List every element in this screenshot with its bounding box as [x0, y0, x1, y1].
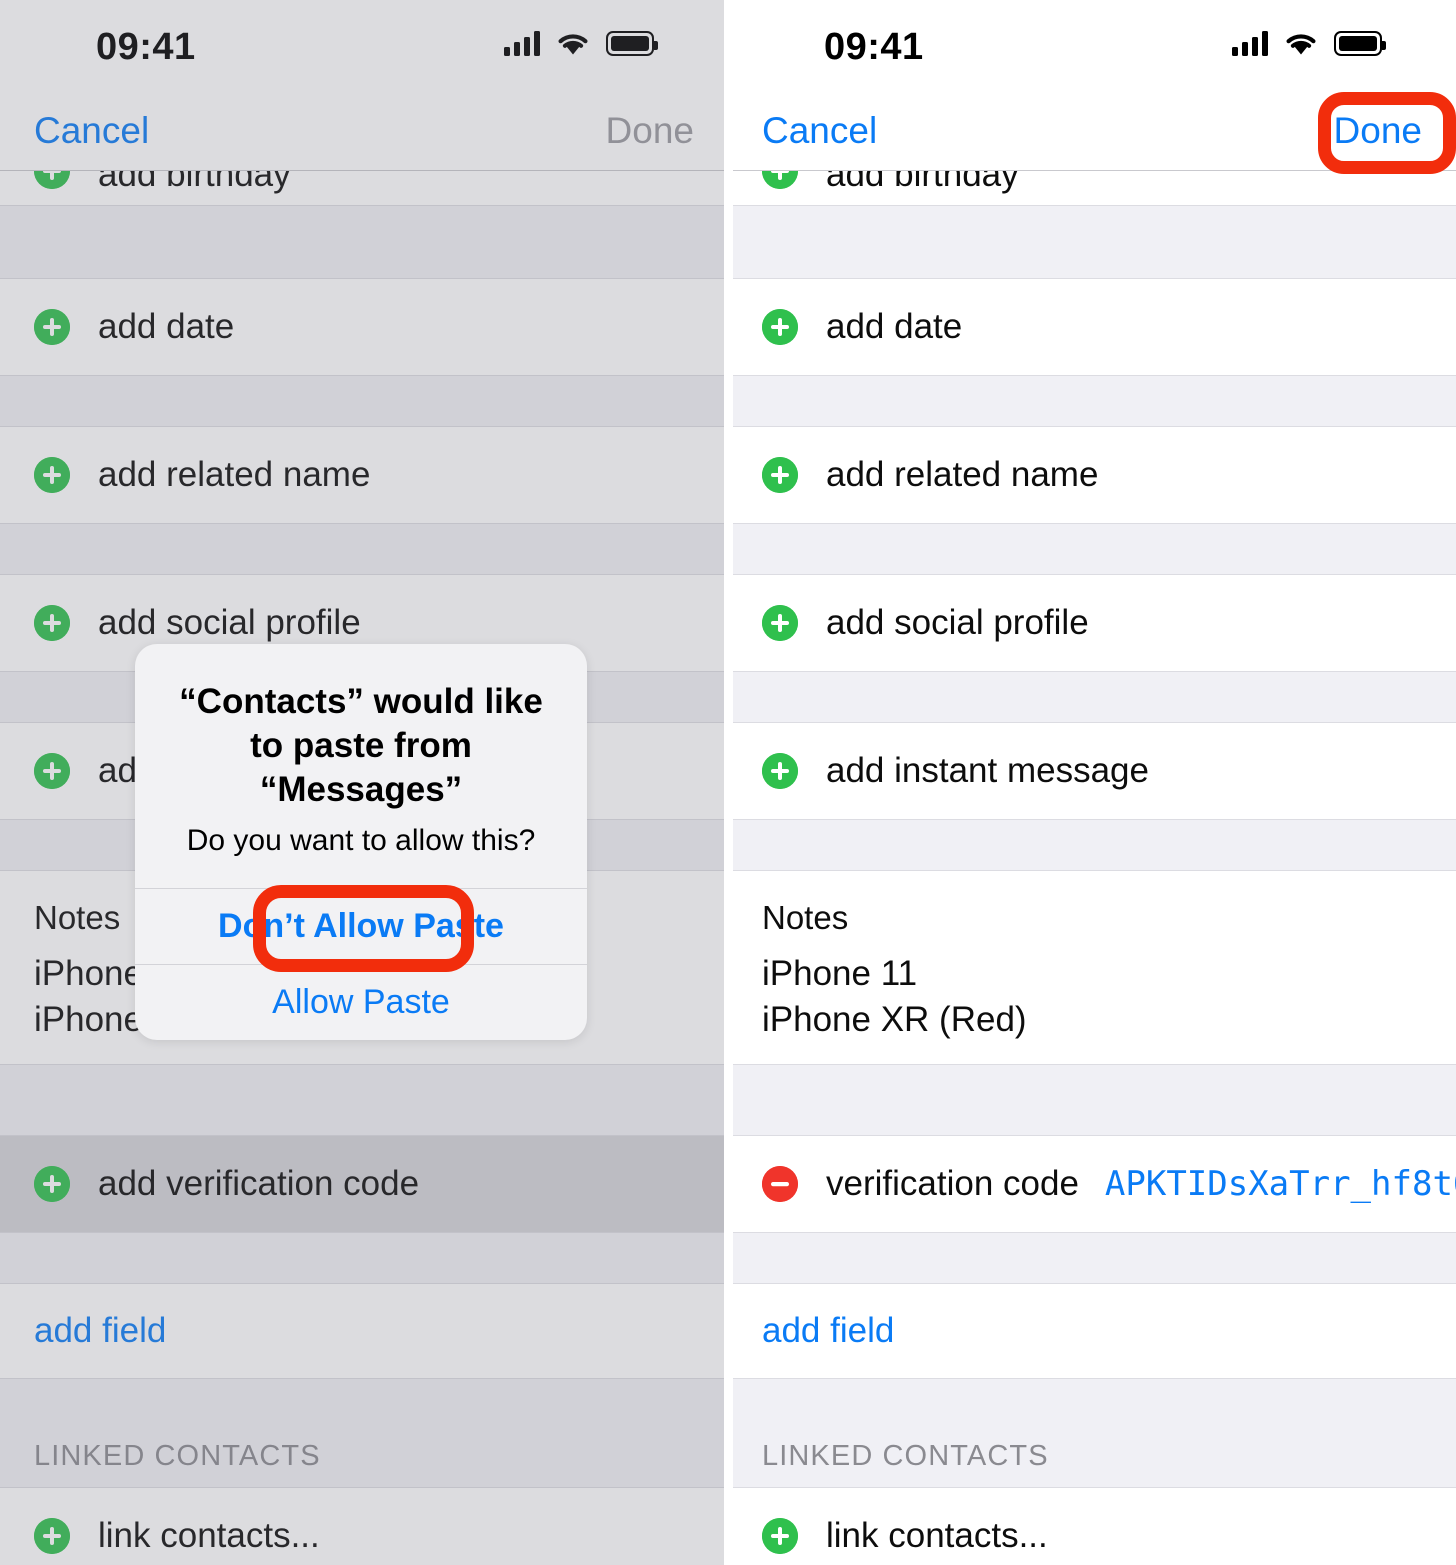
list-item-label: add social profile — [98, 603, 361, 642]
paste-permission-dialog: “Contacts” would like to paste from “Mes… — [135, 644, 587, 1041]
dont-allow-paste-button[interactable]: Don’t Allow Paste — [135, 889, 587, 964]
list-gap — [0, 375, 728, 427]
list-gap — [0, 1232, 728, 1284]
plus-icon — [34, 1166, 70, 1202]
right-field-list: add birthday add date add related name a… — [728, 170, 1456, 1565]
linked-contacts-header-label: LINKED CONTACTS — [34, 1440, 321, 1472]
add-field-label: add field — [34, 1311, 167, 1350]
left-nav-bar: Cancel Done — [0, 92, 728, 170]
left-status-bar: 09:41 — [0, 0, 728, 92]
add-field-button[interactable]: add field — [728, 1284, 1456, 1378]
list-gap — [728, 205, 1456, 279]
dialog-subtitle: Do you want to allow this? — [186, 824, 536, 858]
cellular-bars-icon — [1232, 30, 1268, 56]
list-gap — [728, 819, 1456, 871]
done-button[interactable]: Done — [1334, 92, 1422, 170]
plus-icon — [762, 1518, 798, 1554]
list-item-add-instant-message[interactable]: add instant message — [728, 723, 1456, 819]
list-item-label: link contacts... — [826, 1516, 1048, 1555]
list-item-label: add related name — [826, 455, 1099, 494]
status-time: 09:41 — [824, 26, 924, 68]
right-status-bar: 09:41 — [728, 0, 1456, 92]
notes-label: Notes — [762, 899, 849, 936]
dialog-body: “Contacts” would like to paste from “Mes… — [135, 644, 587, 888]
list-item-add-related-name[interactable]: add related name — [0, 427, 728, 523]
list-gap — [0, 1064, 728, 1136]
plus-icon — [762, 605, 798, 641]
plus-icon — [762, 457, 798, 493]
plus-icon — [762, 309, 798, 345]
wifi-icon — [556, 30, 590, 56]
list-item-link-contacts[interactable]: link contacts... — [0, 1488, 728, 1565]
list-item-add-social-profile[interactable]: add social profile — [728, 575, 1456, 671]
right-phone-screen: 09:41 Cancel Done add birthday add date … — [728, 0, 1456, 1565]
list-item-label: add date — [98, 307, 235, 346]
plus-icon — [762, 171, 798, 189]
list-item-label: add related name — [98, 455, 371, 494]
panel-gutter — [724, 0, 733, 1565]
list-item-add-related-name[interactable]: add related name — [728, 427, 1456, 523]
wifi-icon — [1284, 30, 1318, 56]
list-item-label: add date — [826, 307, 963, 346]
list-gap — [728, 523, 1456, 575]
list-item-add-date[interactable]: add date — [0, 279, 728, 375]
left-phone-screen: 09:41 Cancel Done add birthday add date … — [0, 0, 728, 1565]
status-icons — [504, 30, 658, 56]
plus-icon — [34, 605, 70, 641]
list-item-label: add birthday — [826, 171, 1019, 194]
list-gap — [728, 671, 1456, 723]
dialog-title: “Contacts” would like to paste from “Mes… — [179, 682, 543, 810]
plus-icon — [34, 457, 70, 493]
list-item-link-contacts[interactable]: link contacts... — [728, 1488, 1456, 1565]
list-item-add-birthday[interactable]: add birthday — [0, 171, 728, 205]
add-field-button[interactable]: add field — [0, 1284, 728, 1378]
cancel-button[interactable]: Cancel — [34, 92, 149, 170]
plus-icon — [34, 1518, 70, 1554]
linked-contacts-header: LINKED CONTACTS — [0, 1378, 728, 1488]
list-item-label: add social profile — [826, 603, 1089, 642]
list-gap — [0, 205, 728, 279]
verification-code-value[interactable]: APKTIDsXaTrr_hf8t6h8e4cf1RE… — [1105, 1164, 1456, 1204]
list-item-add-date[interactable]: add date — [728, 279, 1456, 375]
notes-line-2: iPhone XR (Red) — [762, 1000, 1027, 1040]
list-item-label: add verification code — [98, 1164, 420, 1203]
plus-icon — [762, 753, 798, 789]
list-item-verification-code[interactable]: verification code APKTIDsXaTrr_hf8t6h8e4… — [728, 1136, 1456, 1232]
allow-paste-button[interactable]: Allow Paste — [135, 965, 587, 1040]
cellular-bars-icon — [504, 30, 540, 56]
plus-icon — [34, 309, 70, 345]
cancel-button[interactable]: Cancel — [762, 92, 877, 170]
plus-icon — [34, 171, 70, 189]
linked-contacts-header: LINKED CONTACTS — [728, 1378, 1456, 1488]
status-time: 09:41 — [96, 26, 196, 68]
battery-full-icon — [1334, 30, 1386, 56]
notes-line-1: iPhone 11 — [762, 954, 918, 993]
list-gap — [728, 1232, 1456, 1284]
minus-icon[interactable] — [762, 1166, 798, 1202]
add-field-label: add field — [762, 1311, 895, 1350]
status-icons — [1232, 30, 1386, 56]
list-gap — [0, 523, 728, 575]
plus-icon — [34, 753, 70, 789]
verification-code-label: verification code — [826, 1164, 1079, 1203]
linked-contacts-header-label: LINKED CONTACTS — [762, 1440, 1049, 1472]
comparison-screenshot: 09:41 Cancel Done add birthday add date … — [0, 0, 1456, 1565]
list-gap — [728, 375, 1456, 427]
list-item-add-verification-code[interactable]: add verification code — [0, 1136, 728, 1232]
list-gap — [728, 1064, 1456, 1136]
done-button[interactable]: Done — [606, 92, 694, 170]
list-item-label: link contacts... — [98, 1516, 320, 1555]
list-item-label: add instant message — [826, 751, 1149, 790]
right-nav-bar: Cancel Done — [728, 92, 1456, 170]
list-item-label: add birthday — [98, 171, 291, 194]
notes-block[interactable]: Notes iPhone 11 iPhone XR (Red) — [728, 871, 1456, 1064]
battery-full-icon — [606, 30, 658, 56]
list-item-add-birthday[interactable]: add birthday — [728, 171, 1456, 205]
